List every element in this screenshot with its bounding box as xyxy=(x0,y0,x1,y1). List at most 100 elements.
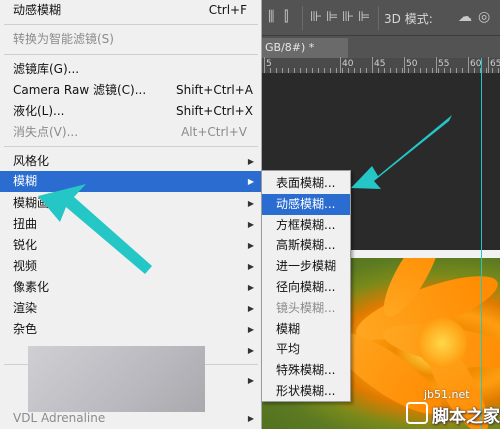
submenu-item-label: 平均 xyxy=(276,342,301,357)
submenu-item-smart-blur[interactable]: 特殊模糊... xyxy=(262,360,350,381)
submenu-arrow-icon: ▶ xyxy=(247,346,254,355)
menu-item-label: 消失点(V)... xyxy=(13,125,79,139)
menu-item-label: VDL Adrenaline xyxy=(13,411,106,425)
document-tab-label: GB/8#) * xyxy=(265,41,315,54)
submenu-arrow-icon: ▶ xyxy=(247,283,254,292)
menu-item-label: 扭曲 xyxy=(13,217,38,231)
ruler-tick xyxy=(340,57,341,73)
submenu-item-label: 镜头模糊... xyxy=(276,300,336,315)
ruler-tick xyxy=(390,68,391,73)
distribute-top-icon[interactable]: ⊪ xyxy=(310,9,322,26)
menu-item-shortcut: Alt+Ctrl+V xyxy=(181,125,247,139)
submenu-item-blur[interactable]: 模糊 xyxy=(262,319,350,340)
menu-item-liquify[interactable]: 液化(L)... Shift+Ctrl+X xyxy=(0,101,262,122)
submenu-arrow-icon: ▶ xyxy=(247,241,254,250)
submenu-arrow-icon: ▶ xyxy=(247,304,254,313)
submenu-item-lens-blur: 镜头模糊... xyxy=(262,298,350,319)
menu-item-label: 杂色 xyxy=(13,322,38,336)
submenu-item-label: 模糊 xyxy=(276,321,301,336)
ruler-tick xyxy=(420,68,421,73)
ruler-tick xyxy=(408,68,409,73)
menu-item-blur-gallery[interactable]: 模糊画廊 ▶ xyxy=(0,193,262,214)
submenu-arrow-icon: ▶ xyxy=(247,414,254,423)
ruler-tick xyxy=(384,68,385,73)
ruler-tick xyxy=(294,68,295,73)
align-middle-icon[interactable]: ⫿ xyxy=(284,9,288,26)
menu-item-render[interactable]: 渲染 ▶ xyxy=(0,298,262,319)
submenu-item-gaussian-blur[interactable]: 高斯模糊... xyxy=(262,235,350,256)
ruler-tick xyxy=(372,68,373,73)
document-tab[interactable]: GB/8#) * xyxy=(262,38,348,58)
guide-line xyxy=(481,58,482,429)
ruler-tick xyxy=(436,57,437,73)
submenu-item-label: 径向模糊... xyxy=(276,280,336,294)
ruler-tick xyxy=(414,68,415,73)
menu-divider xyxy=(4,146,258,147)
ruler-tick xyxy=(486,68,487,73)
submenu-item-surface-blur[interactable]: 表面模糊... xyxy=(262,173,350,194)
ruler-tick xyxy=(270,68,271,73)
submenu-item-label: 进一步模糊 xyxy=(276,259,337,274)
ruler-tick xyxy=(300,68,301,73)
distribute-middle-icon[interactable]: ⊫ xyxy=(326,9,338,26)
ruler-tick xyxy=(468,68,469,73)
menu-item-shortcut: Shift+Ctrl+X xyxy=(176,104,253,118)
menu-item-label: 像素化 xyxy=(13,280,50,294)
3d-mode-label: 3D 模式: xyxy=(384,12,433,26)
menu-item-label: 渲染 xyxy=(13,301,38,315)
menu-item-pixelate[interactable]: 像素化 ▶ xyxy=(0,277,262,298)
menu-divider xyxy=(4,54,258,55)
submenu-item-label: 特殊模糊... xyxy=(276,363,336,378)
watermark-site-name: 脚本之家 xyxy=(432,407,500,427)
blur-submenu: 表面模糊... 动感模糊... 方框模糊... 高斯模糊... 进一步模糊 径向… xyxy=(261,170,351,402)
menu-item-filter-gallery[interactable]: 滤镜库(G)... xyxy=(0,59,262,80)
ruler-tick xyxy=(342,68,343,73)
watermark: 脚本之家 xyxy=(404,400,500,427)
ruler-tick xyxy=(432,68,433,73)
menu-item-stylize[interactable]: 风格化 ▶ xyxy=(0,151,262,172)
distribute-bottom-icon[interactable]: ⊪ xyxy=(342,9,354,26)
ruler-tick xyxy=(438,68,439,73)
submenu-item-motion-blur[interactable]: 动感模糊... xyxy=(262,193,350,215)
ruler-tick xyxy=(306,68,307,73)
menu-item-label: 液化(L)... xyxy=(13,104,65,118)
menu-item-shortcut: Ctrl+F xyxy=(208,3,247,17)
submenu-item-label: 形状模糊... xyxy=(276,384,336,398)
menu-item-label: 视频 xyxy=(13,259,38,273)
submenu-arrow-icon: ▶ xyxy=(247,220,254,229)
distribute-left-icon[interactable]: ⊫ xyxy=(358,9,370,26)
ruler-tick xyxy=(276,68,277,73)
3d-rotate-icon[interactable]: ☁ xyxy=(458,9,472,26)
submenu-item-label: 方框模糊... xyxy=(276,217,336,232)
ruler-tick xyxy=(492,68,493,73)
menu-item-camera-raw[interactable]: Camera Raw 滤镜(C)... Shift+Ctrl+A xyxy=(0,80,262,101)
ruler-tick xyxy=(404,57,405,73)
menu-item-distort[interactable]: 扭曲 ▶ xyxy=(0,214,262,235)
menu-item-shortcut: Shift+Ctrl+A xyxy=(176,83,253,97)
menu-item-label: 动感模糊 xyxy=(13,3,62,17)
submenu-item-box-blur[interactable]: 方框模糊... xyxy=(262,215,350,236)
ruler-tick xyxy=(318,68,319,73)
ruler-tick xyxy=(312,68,313,73)
ruler-tick xyxy=(360,68,361,73)
menu-item-last-filter[interactable]: 动感模糊 Ctrl+F xyxy=(0,0,262,21)
align-top-icon[interactable]: ⫼ xyxy=(268,9,274,26)
ruler-tick xyxy=(264,68,265,73)
menu-item-video[interactable]: 视频 ▶ xyxy=(0,256,262,277)
ruler-tick xyxy=(450,68,451,73)
menu-item-noise[interactable]: 杂色 ▶ xyxy=(0,319,262,340)
ruler-tick xyxy=(444,68,445,73)
ruler-tick xyxy=(378,68,379,73)
ruler-tick xyxy=(426,68,427,73)
menu-item-blur[interactable]: 模糊 ▶ xyxy=(0,171,262,192)
3d-roll-icon[interactable]: ◎ xyxy=(478,9,490,26)
options-toolbar: ⫼ ⫿ ⊪ ⊫ ⊪ ⊫ ☁ ◎ xyxy=(262,0,500,36)
ruler-tick xyxy=(354,68,355,73)
ruler-tick xyxy=(474,68,475,73)
menu-item-sharpen[interactable]: 锐化 ▶ xyxy=(0,235,262,256)
submenu-arrow-icon: ▶ xyxy=(247,157,254,166)
submenu-item-radial-blur[interactable]: 径向模糊... xyxy=(262,277,350,298)
submenu-item-average[interactable]: 平均 xyxy=(262,339,350,360)
submenu-item-blur-more[interactable]: 进一步模糊 xyxy=(262,256,350,277)
submenu-item-shape-blur[interactable]: 形状模糊... xyxy=(262,381,350,402)
